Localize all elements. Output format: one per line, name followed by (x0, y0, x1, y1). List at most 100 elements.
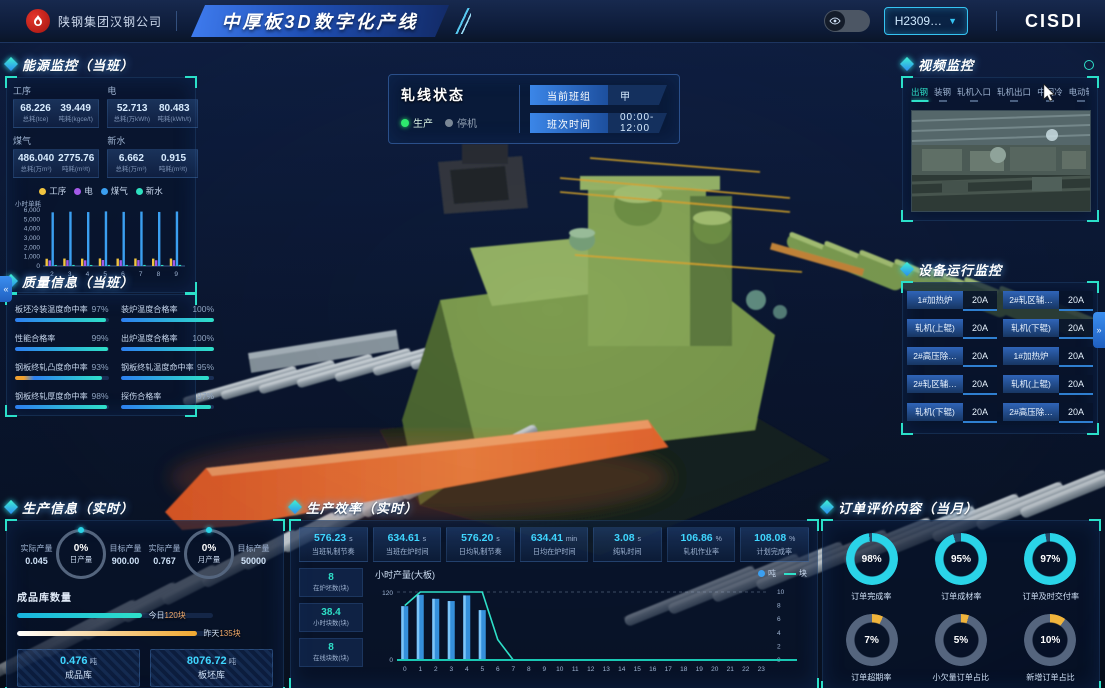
svg-text:12: 12 (587, 666, 595, 673)
stock-bar: 昨天135块 (17, 628, 273, 639)
video-still (912, 111, 1090, 211)
svg-text:18: 18 (680, 666, 688, 673)
energy-group-name: 新水 (107, 134, 197, 147)
efficiency-chips: 8在炉坯数(块) 38.4小时块数(块) 8在线块数(块) (299, 568, 363, 682)
legend-tons: 吨 (758, 568, 776, 579)
quality-item: 板坯冷装温度命中率97% (15, 303, 109, 322)
stock-title: 成品库数量 (17, 589, 273, 604)
svg-text:10: 10 (556, 666, 564, 673)
equipment-row: 2#高压除…20A 1#加热炉20A (908, 347, 1092, 367)
svg-text:4,000: 4,000 (24, 226, 41, 233)
line-status-title: 轧线状态 (401, 85, 509, 105)
svg-text:8: 8 (527, 666, 531, 673)
page-title-plate: 中厚板3D数字化产线 (191, 5, 449, 37)
svg-text:21: 21 (727, 666, 735, 673)
cisdi-logo: CISDI (1025, 11, 1083, 32)
collapse-handle-right[interactable]: » (1093, 312, 1105, 348)
quality-item: 装炉温度合格率100% (121, 303, 215, 322)
visibility-toggle[interactable] (824, 10, 870, 32)
stock-cards: 0.476吨成品库 8076.72吨板坯库 (17, 649, 273, 687)
day-output-gauge: 0%日产量 (56, 529, 106, 579)
equipment-chip[interactable]: 2#轧区辅…20A (907, 375, 997, 395)
video-tab-轧机出口[interactable]: 轧机出口 (997, 86, 1031, 102)
efficiency-card: 634.41 min日均在炉时间 (520, 527, 589, 562)
svg-text:6,000: 6,000 (24, 207, 41, 214)
page-title: 中厚板3D数字化产线 (202, 8, 439, 34)
efficiency-chip: 8在炉坯数(块) (299, 568, 363, 597)
collapse-handle-left[interactable]: « (0, 276, 12, 302)
legend-producing: 生产 (401, 115, 433, 130)
quality-items: 板坯冷装温度命中率97% 装炉温度合格率100% 性能合格率99% 出炉温度合格… (6, 294, 196, 416)
video-tab-装钢[interactable]: 装钢 (934, 86, 951, 102)
equipment-chip[interactable]: 1#加热炉20A (1003, 347, 1093, 367)
energy-group: 煤气 486.040总耗(万m³) 2775.76吨耗(m³/t) (13, 134, 99, 178)
title-slash-decoration (455, 8, 471, 34)
panel-orders-title: 订单评价内容（当月） (838, 498, 978, 517)
legend-item: 新水 (136, 185, 163, 197)
video-tab-电动辊[interactable]: 电动辊 (1069, 86, 1089, 102)
equipment-row: 轧机(上辊)20A 轧机(下辊)20A (908, 319, 1092, 339)
equipment-chip[interactable]: 2#轧区辅…20A (1003, 291, 1093, 311)
energy-group-name: 工序 (13, 84, 99, 97)
svg-text:1: 1 (418, 666, 422, 673)
equipment-chip[interactable]: 2#高压除…20A (1003, 403, 1093, 423)
svg-text:7: 7 (511, 666, 515, 673)
video-feed[interactable] (911, 110, 1091, 212)
svg-text:3: 3 (449, 666, 453, 673)
equipment-chip[interactable]: 2#高压除…20A (907, 347, 997, 367)
diamond-icon (820, 500, 834, 514)
equipment-chip[interactable]: 轧机(上辊)20A (907, 319, 997, 339)
panel-production-title: 生产信息（实时） (22, 498, 134, 517)
quality-item: 探伤合格率97% (121, 390, 215, 409)
panel-efficiency-title: 生产效率（实时） (306, 498, 418, 517)
order-donut: 10% 新增订单占比 (1008, 614, 1093, 683)
quality-item: 钢板终轧凸度命中率93% (15, 361, 109, 380)
month-output-gauge: 0%月产量 (184, 529, 234, 579)
svg-text:11: 11 (572, 666, 579, 673)
panel-orders: 订单评价内容（当月） 98% 订单完成率 95% 订单成材率 97% 订单及时交… (822, 497, 1100, 688)
scheme-select[interactable]: H2309… ▼ (884, 7, 968, 35)
panel-video: 视频监控 出钢装钢轧机入口轧机出口中间冷电动辊 (902, 54, 1098, 221)
svg-text:4: 4 (777, 630, 781, 637)
chevron-down-icon: ▼ (948, 16, 957, 26)
energy-group: 新水 6.662总耗(万m³) 0.915吨耗(m³/t) (107, 134, 197, 178)
panel-equipment-title: 设备运行监控 (918, 260, 1002, 279)
svg-text:16: 16 (649, 666, 657, 673)
equipment-chip[interactable]: 轧机(下辊)20A (1003, 319, 1093, 339)
video-tab-轧机入口[interactable]: 轧机入口 (957, 86, 991, 102)
panel-quality-title: 质量信息（当班） (22, 272, 134, 291)
svg-text:120: 120 (382, 590, 393, 597)
diamond-icon (288, 500, 302, 514)
equipment-rows: 1#加热炉20A 2#轧区辅…20A 轧机(上辊)20A 轧机(下辊)20A 2#高压除… (902, 282, 1098, 434)
equipment-chip[interactable]: 轧机(上辊)20A (1003, 375, 1093, 395)
panel-energy-title: 能源监控（当班） (22, 55, 134, 74)
equipment-row: 2#轧区辅…20A 轧机(上辊)20A (908, 375, 1092, 395)
efficiency-card: 634.61 s当班在炉时间 (373, 527, 442, 562)
panel-equipment: 设备运行监控 1#加热炉20A 2#轧区辅…20A 轧机(上辊)20A 轧机(下辊)2… (902, 259, 1098, 434)
video-tab-出钢[interactable]: 出钢 (911, 86, 928, 102)
mouse-cursor (1043, 84, 1057, 102)
order-donut: 7% 订单超期率 (829, 614, 914, 683)
stock-card-成品库: 0.476吨成品库 (17, 649, 140, 687)
order-donuts: 98% 订单完成率 95% 订单成材率 97% 订单及时交付率 7% 订单超期率… (822, 520, 1100, 688)
top-bar: 陕钢集团汉钢公司 中厚板3D数字化产线 H2309… ▼ CISDI (0, 0, 1105, 43)
current-shift-row: 当前班组 甲 (530, 85, 667, 105)
stock-bars: 今日120块 昨天135块 (17, 610, 273, 639)
svg-text:6: 6 (496, 666, 500, 673)
equipment-chip[interactable]: 轧机(下辊)20A (907, 403, 997, 423)
svg-text:0: 0 (36, 263, 40, 270)
divider (176, 11, 177, 31)
hour-chart-legend: 吨 块 (758, 568, 807, 579)
panel-video-title: 视频监控 (918, 55, 974, 74)
stock-bar: 今日120块 (17, 610, 273, 621)
day-target: 目标产量900.00 (106, 543, 145, 566)
hour-chart-title: 小时产量(大板) (375, 568, 435, 581)
svg-text:2: 2 (434, 666, 438, 673)
equipment-row: 轧机(下辊)20A 2#高压除…20A (908, 403, 1092, 423)
panel-efficiency: 生产效率（实时） 576.23 s当班轧制节奏 634.61 s当班在炉时间 5… (290, 497, 818, 688)
day-actual: 实际产量0.045 (17, 543, 56, 566)
eye-icon (825, 11, 845, 31)
panel-expand-button[interactable] (1084, 60, 1094, 70)
quality-item: 钢板终轧厚度命中率98% (15, 390, 109, 409)
equipment-chip[interactable]: 1#加热炉20A (907, 291, 997, 311)
